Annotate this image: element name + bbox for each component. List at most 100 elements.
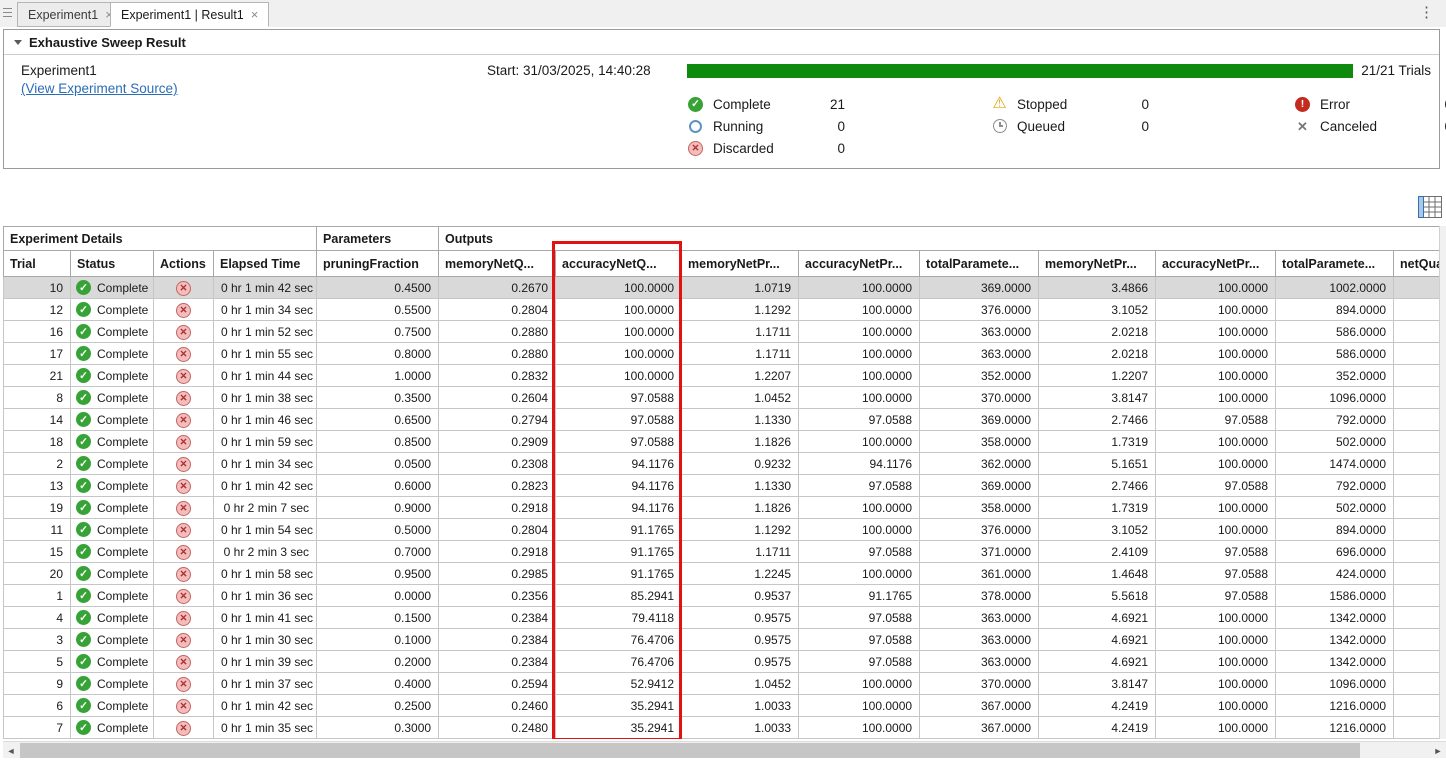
discarded-icon[interactable]: ✕ — [176, 369, 191, 384]
discard-trial-action-cell[interactable]: ✕ — [154, 651, 214, 673]
discard-trial-action-cell[interactable]: ✕ — [154, 475, 214, 497]
discarded-icon[interactable]: ✕ — [176, 545, 191, 560]
discard-trial-action-cell[interactable]: ✕ — [154, 299, 214, 321]
table-view-icon[interactable] — [1418, 196, 1442, 218]
discard-trial-action-cell[interactable]: ✕ — [154, 321, 214, 343]
discard-trial-action-cell[interactable]: ✕ — [154, 431, 214, 453]
tab-experiment1[interactable]: Experiment1 × — [17, 2, 124, 27]
discard-trial-action-cell[interactable]: ✕ — [154, 497, 214, 519]
column-header-accuracynetq[interactable]: accuracyNetQ... — [556, 251, 682, 277]
stopped-icon: ⚠ — [992, 96, 1006, 112]
discard-trial-action-cell[interactable]: ✕ — [154, 695, 214, 717]
column-header-netqua[interactable]: netQua — [1394, 251, 1439, 277]
discard-trial-action-cell[interactable]: ✕ — [154, 717, 214, 739]
column-header-memorynetpr[interactable]: memoryNetPr... — [682, 251, 799, 277]
table-row[interactable]: 20✓Complete✕0 hr 1 min 58 sec0.95000.298… — [4, 563, 1440, 585]
table-row[interactable]: 11✓Complete✕0 hr 1 min 54 sec0.50000.280… — [4, 519, 1440, 541]
table-row[interactable]: 3✓Complete✕0 hr 1 min 30 sec0.10000.2384… — [4, 629, 1440, 651]
discarded-icon[interactable]: ✕ — [176, 611, 191, 626]
column-header-status[interactable]: Status — [71, 251, 154, 277]
discarded-icon[interactable]: ✕ — [176, 325, 191, 340]
column-header-actions[interactable]: Actions — [154, 251, 214, 277]
tab-list-menu-icon[interactable] — [3, 5, 13, 19]
status-text: Complete — [97, 347, 148, 361]
table-row[interactable]: 17✓Complete✕0 hr 1 min 55 sec0.80000.288… — [4, 343, 1440, 365]
table-row[interactable]: 16✓Complete✕0 hr 1 min 52 sec0.75000.288… — [4, 321, 1440, 343]
table-row[interactable]: 6✓Complete✕0 hr 1 min 42 sec0.25000.2460… — [4, 695, 1440, 717]
vertical-scrollbar[interactable] — [1439, 226, 1446, 739]
scroll-left-arrow-icon[interactable]: ◄ — [3, 742, 19, 759]
discarded-icon[interactable]: ✕ — [176, 479, 191, 494]
discard-trial-action-cell[interactable]: ✕ — [154, 519, 214, 541]
discarded-icon[interactable]: ✕ — [176, 413, 191, 428]
view-experiment-source-link[interactable]: (View Experiment Source) — [21, 81, 178, 96]
column-header-trial[interactable]: Trial — [4, 251, 71, 277]
discarded-icon[interactable]: ✕ — [176, 699, 191, 714]
tab-close-icon[interactable]: × — [251, 8, 259, 21]
table-row[interactable]: 13✓Complete✕0 hr 1 min 42 sec0.60000.282… — [4, 475, 1440, 497]
discard-trial-action-cell[interactable]: ✕ — [154, 673, 214, 695]
discarded-icon[interactable]: ✕ — [176, 633, 191, 648]
discard-trial-action-cell[interactable]: ✕ — [154, 541, 214, 563]
table-row[interactable]: 18✓Complete✕0 hr 1 min 59 sec0.85000.290… — [4, 431, 1440, 453]
panel-header[interactable]: Exhaustive Sweep Result — [4, 30, 1439, 55]
discarded-icon[interactable]: ✕ — [176, 501, 191, 516]
discard-trial-action-cell[interactable]: ✕ — [154, 277, 214, 299]
discarded-icon[interactable]: ✕ — [176, 391, 191, 406]
table-row[interactable]: 10✓Complete✕0 hr 1 min 42 sec0.45000.267… — [4, 277, 1440, 299]
collapse-caret-icon[interactable] — [14, 40, 22, 45]
column-header-memorynetq[interactable]: memoryNetQ... — [439, 251, 556, 277]
table-row[interactable]: 7✓Complete✕0 hr 1 min 35 sec0.30000.2480… — [4, 717, 1440, 739]
complete-icon: ✓ — [76, 720, 91, 735]
column-header-accuracynetpr[interactable]: accuracyNetPr... — [799, 251, 920, 277]
column-header-totalparamete[interactable]: totalParamete... — [1276, 251, 1394, 277]
discard-trial-action-cell[interactable]: ✕ — [154, 409, 214, 431]
value-cell: 0.2823 — [439, 475, 556, 497]
discarded-icon[interactable]: ✕ — [176, 457, 191, 472]
discarded-icon[interactable]: ✕ — [176, 589, 191, 604]
discarded-icon[interactable]: ✕ — [176, 677, 191, 692]
discarded-icon[interactable]: ✕ — [176, 567, 191, 582]
discard-trial-action-cell[interactable]: ✕ — [154, 607, 214, 629]
scroll-right-arrow-icon[interactable]: ► — [1430, 742, 1446, 759]
value-cell: 76.4706 — [556, 629, 682, 651]
table-row[interactable]: 1✓Complete✕0 hr 1 min 36 sec0.00000.2356… — [4, 585, 1440, 607]
table-row[interactable]: 4✓Complete✕0 hr 1 min 41 sec0.15000.2384… — [4, 607, 1440, 629]
column-header-totalparamete[interactable]: totalParamete... — [920, 251, 1039, 277]
discard-trial-action-cell[interactable]: ✕ — [154, 365, 214, 387]
discarded-icon[interactable]: ✕ — [176, 281, 191, 296]
discard-trial-action-cell[interactable]: ✕ — [154, 387, 214, 409]
discard-trial-action-cell[interactable]: ✕ — [154, 343, 214, 365]
tab-experiment1-result1[interactable]: Experiment1 | Result1 × — [110, 2, 269, 27]
discard-trial-action-cell[interactable]: ✕ — [154, 453, 214, 475]
discarded-icon[interactable]: ✕ — [176, 523, 191, 538]
column-header-accuracynetpr[interactable]: accuracyNetPr... — [1156, 251, 1276, 277]
table-row[interactable]: 21✓Complete✕0 hr 1 min 44 sec1.00000.283… — [4, 365, 1440, 387]
horizontal-scrollbar-thumb[interactable] — [20, 743, 1360, 758]
column-header-pruningfraction[interactable]: pruningFraction — [317, 251, 439, 277]
trials-table-container: Experiment Details Parameters Outputs Tr… — [3, 226, 1439, 739]
table-row[interactable]: 15✓Complete✕0 hr 2 min 3 sec0.70000.2918… — [4, 541, 1440, 563]
discarded-icon[interactable]: ✕ — [176, 721, 191, 736]
discard-trial-action-cell[interactable]: ✕ — [154, 629, 214, 651]
status-label: Running — [713, 119, 805, 134]
discarded-icon[interactable]: ✕ — [176, 303, 191, 318]
table-row[interactable]: 5✓Complete✕0 hr 1 min 39 sec0.20000.2384… — [4, 651, 1440, 673]
discarded-icon[interactable]: ✕ — [176, 347, 191, 362]
discard-trial-action-cell[interactable]: ✕ — [154, 563, 214, 585]
column-header-memorynetpr[interactable]: memoryNetPr... — [1039, 251, 1156, 277]
table-row[interactable]: 9✓Complete✕0 hr 1 min 37 sec0.40000.2594… — [4, 673, 1440, 695]
table-row[interactable]: 8✓Complete✕0 hr 1 min 38 sec0.35000.2604… — [4, 387, 1440, 409]
value-cell: 0.5000 — [317, 519, 439, 541]
table-row[interactable]: 19✓Complete✕0 hr 2 min 7 sec0.90000.2918… — [4, 497, 1440, 519]
more-options-icon[interactable]: ⋮ — [1419, 3, 1434, 21]
table-row[interactable]: 14✓Complete✕0 hr 1 min 46 sec0.65000.279… — [4, 409, 1440, 431]
discarded-icon[interactable]: ✕ — [176, 435, 191, 450]
discard-trial-action-cell[interactable]: ✕ — [154, 585, 214, 607]
status-text: Complete — [97, 479, 148, 493]
column-header-elapsedtime[interactable]: Elapsed Time — [214, 251, 317, 277]
table-row[interactable]: 2✓Complete✕0 hr 1 min 34 sec0.05000.2308… — [4, 453, 1440, 475]
table-row[interactable]: 12✓Complete✕0 hr 1 min 34 sec0.55000.280… — [4, 299, 1440, 321]
discarded-icon[interactable]: ✕ — [176, 655, 191, 670]
horizontal-scrollbar[interactable]: ◄ ► — [3, 741, 1446, 758]
